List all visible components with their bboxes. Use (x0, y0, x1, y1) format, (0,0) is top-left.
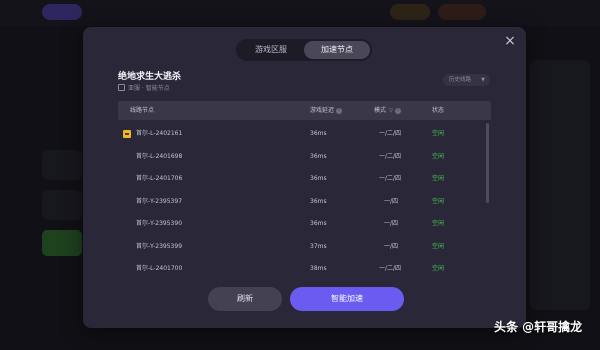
node-list-scrollbar[interactable] (486, 123, 489, 203)
node-status: 空闲 (432, 242, 445, 250)
tab-game-server[interactable]: 游戏区服 (238, 41, 304, 59)
node-mode: 一/二/四 (379, 265, 402, 272)
table-row[interactable]: 首尔-Y-2395390 36ms 一/四 空闲 (118, 213, 491, 236)
close-icon[interactable]: × (503, 34, 517, 48)
node-name: 首尔-Y-2395390 (136, 220, 183, 227)
header-status: 状态 (432, 107, 445, 114)
selected-node-icon (123, 130, 131, 138)
server-icon (118, 84, 125, 91)
header-latency: 游戏延迟 (310, 107, 335, 114)
node-status: 空闲 (432, 152, 445, 160)
history-route-label: 历史线路 (449, 77, 472, 83)
header-mode-wrap[interactable]: 模式 ▽ i (374, 101, 401, 121)
node-name: 首尔-L-2401698 (136, 152, 183, 160)
server-subtitle-text: 亚服 · 智能节点 (128, 85, 170, 92)
node-list: 首尔-L-2402161 36ms 一/二/四 空闲 首尔-L-2401698 … (118, 123, 491, 281)
node-mode: 一/四 (384, 242, 399, 250)
node-latency: 36ms (310, 152, 327, 160)
tab-group: 游戏区服 加速节点 (236, 39, 372, 61)
node-status: 空闲 (432, 197, 445, 205)
node-status: 空闲 (432, 220, 445, 227)
node-select-dialog: × 游戏区服 加速节点 绝地求生大逃杀 亚服 · 智能节点 历史线路 ▼ 线路节… (83, 27, 526, 328)
node-name: 首尔-L-2401700 (136, 265, 183, 272)
game-title: 绝地求生大逃杀 (118, 72, 182, 82)
server-subtitle: 亚服 · 智能节点 (118, 83, 170, 92)
header-latency-wrap: 游戏延迟 i (310, 101, 343, 120)
node-mode: 一/四 (384, 197, 399, 205)
node-name: 首尔-Y-2395397 (136, 197, 183, 205)
node-mode: 一/二/四 (379, 175, 402, 182)
node-status: 空闲 (432, 175, 445, 182)
table-row[interactable]: 首尔-Y-2395397 36ms 一/四 空闲 (118, 191, 491, 214)
refresh-button[interactable]: 刷新 (208, 287, 282, 311)
node-latency: 36ms (310, 197, 327, 205)
table-row[interactable]: 首尔-L-2401706 36ms 一/二/四 空闲 (118, 168, 491, 191)
node-mode: 一/二/四 (379, 152, 402, 160)
node-latency: 36ms (310, 130, 327, 137)
smart-accelerate-button[interactable]: 智能加速 (290, 287, 404, 311)
node-latency: 36ms (310, 220, 327, 227)
table-row[interactable]: 首尔-L-2402161 36ms 一/二/四 空闲 (118, 123, 491, 146)
node-status: 空闲 (432, 130, 445, 137)
node-latency: 36ms (310, 175, 327, 182)
chevron-down-icon: ▼ (481, 77, 485, 83)
node-mode: 一/二/四 (379, 130, 402, 137)
table-row[interactable]: 首尔-Y-2395399 37ms 一/四 空闲 (118, 236, 491, 259)
node-latency: 38ms (310, 265, 327, 272)
node-name: 首尔-Y-2395399 (136, 242, 183, 250)
info-icon[interactable]: i (394, 107, 401, 114)
header-mode: 模式 (374, 107, 387, 114)
tab-accel-node[interactable]: 加速节点 (304, 41, 370, 59)
node-mode: 一/四 (384, 220, 399, 227)
node-status: 空闲 (432, 265, 445, 272)
history-route-dropdown[interactable]: 历史线路 ▼ (443, 74, 490, 86)
table-row[interactable]: 首尔-L-2401698 36ms 一/二/四 空闲 (118, 146, 491, 169)
node-latency: 37ms (310, 242, 327, 250)
watermark: 头条 @轩哥擒龙 (494, 320, 583, 334)
header-node: 线路节点 (130, 107, 155, 114)
node-name: 首尔-L-2401706 (136, 175, 183, 182)
table-row[interactable]: 首尔-L-2401700 38ms 一/二/四 空闲 (118, 258, 491, 281)
sort-icon: ▽ (389, 108, 393, 114)
table-header: 线路节点 游戏延迟 i 模式 ▽ i 状态 (118, 101, 491, 120)
node-name: 首尔-L-2402161 (136, 130, 183, 137)
info-icon[interactable]: i (336, 107, 343, 114)
